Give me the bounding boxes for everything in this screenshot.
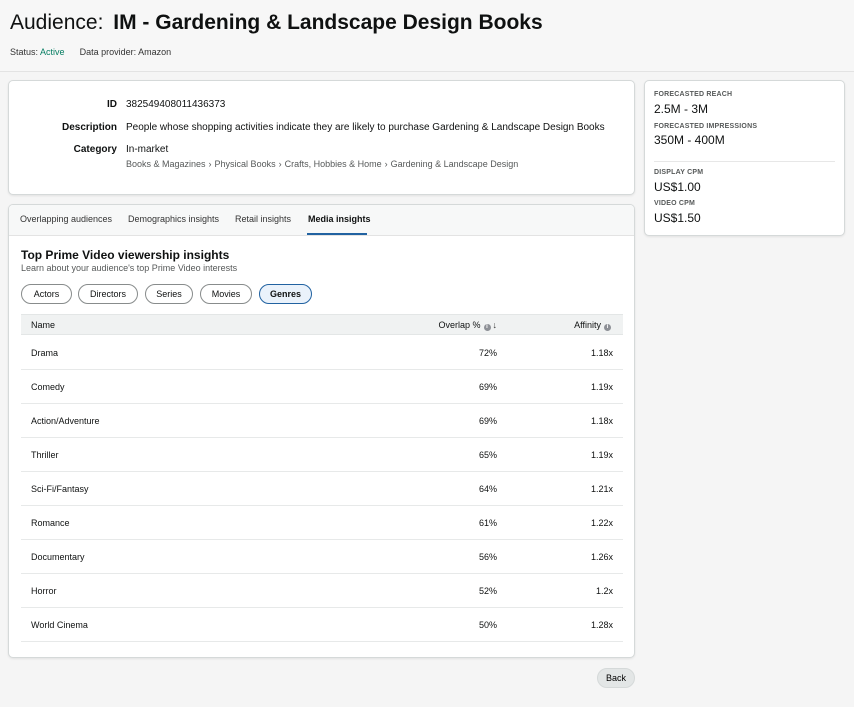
display-cpm-label: DISPLAY CPM [654,169,704,176]
id-label: ID [107,99,117,110]
table-row: Drama 72% 1.18x [21,336,623,370]
genre-name: Thriller [31,450,59,460]
sort-down-arrow-icon[interactable]: ↓ [493,320,498,330]
table-header: Name Overlap % i ↓ Affinity i [21,314,623,335]
overlap-value: 61% [478,518,497,528]
impressions-value: 350M - 400M [654,133,725,147]
provider-label: Data provider: [79,47,137,57]
table-row: Romance 61% 1.22x [21,506,623,540]
genre-name: Action/Adventure [31,416,100,426]
back-button[interactable]: Back [597,668,635,688]
status-badge: Active [40,47,65,57]
table-row: Comedy 69% 1.19x [21,370,623,404]
breadcrumb-item: Physical Books [214,159,276,169]
tab-bar: Overlapping audiences Demographics insig… [9,205,634,236]
status-label: Status: [10,47,39,57]
info-icon[interactable]: i [604,324,611,331]
filter-movies[interactable]: Movies [200,284,252,304]
id-value: 382549408011436373 [126,99,226,110]
title-prefix: Audience: [10,11,104,34]
genre-name: World Cinema [31,620,88,630]
affinity-value: 1.28x [590,620,613,630]
section-title: Top Prime Video viewership insights [21,248,230,262]
column-header-overlap[interactable]: Overlap % i ↓ [438,320,497,331]
overlap-value: 65% [478,450,497,460]
column-header-affinity[interactable]: Affinity i [574,320,611,331]
tab-overlapping-audiences[interactable]: Overlapping audiences [20,214,112,224]
tab-media-insights[interactable]: Media insights [308,214,371,224]
video-cpm-label: VIDEO CPM [654,200,696,207]
forecast-card: FORECASTED REACH 2.5M - 3M FORECASTED IM… [644,80,845,236]
section-subtitle: Learn about your audience's top Prime Vi… [21,263,238,273]
affinity-value: 1.2x [595,586,613,596]
category-breadcrumb: Books & Magazines › Physical Books › Crafts,… [126,159,518,169]
overlap-value: 64% [478,484,497,494]
page-title: Audience: IM - Gardening & Landscape Des… [10,10,543,36]
breadcrumb-item: Gardening & Landscape Design [390,159,519,169]
description-label: Description [61,122,117,133]
overlap-header-label: Overlap % [438,320,481,330]
reach-value: 2.5M - 3M [654,102,709,116]
affinity-value: 1.22x [590,518,613,528]
category-value: In-market [126,144,169,155]
audience-details-card: ID 382549408011436373 Description People… [8,80,635,195]
table-row: Horror 52% 1.2x [21,574,623,608]
affinity-value: 1.18x [590,348,613,358]
overlap-value: 69% [478,382,497,392]
overlap-value: 69% [478,416,497,426]
breadcrumb-item: Crafts, Hobbies & Home [284,159,382,169]
divider [654,161,835,162]
filter-genres[interactable]: Genres [259,284,312,304]
filter-actors[interactable]: Actors [21,284,72,304]
info-icon[interactable]: i [483,324,491,331]
video-cpm-value: US$1.50 [654,211,701,225]
genre-name: Documentary [31,552,85,562]
provider-value: Amazon [138,47,172,57]
affinity-value: 1.21x [590,484,613,494]
genre-name: Horror [31,586,57,596]
affinity-value: 1.19x [590,450,613,460]
tab-retail-insights[interactable]: Retail insights [235,214,291,224]
display-cpm-value: US$1.00 [654,180,701,194]
breadcrumb-separator: › [384,159,388,169]
affinity-value: 1.26x [590,552,613,562]
affinity-value: 1.19x [590,382,613,392]
insights-card: Overlapping audiences Demographics insig… [8,204,635,658]
genre-name: Drama [31,348,59,358]
status-line: Status: Active Data provider: Amazon [10,47,171,57]
description-value: People whose shopping activities indicat… [126,122,605,133]
genre-name: Sci-Fi/Fantasy [31,484,89,494]
genre-name: Romance [31,518,70,528]
table-body: Drama 72% 1.18x Comedy 69% 1.19x Action/Advent… [21,336,623,642]
breadcrumb-separator: › [208,159,212,169]
filter-directors[interactable]: Directors [78,284,138,304]
overlap-value: 52% [478,586,497,596]
table-row: Documentary 56% 1.26x [21,540,623,574]
category-label: Category [73,144,117,155]
genre-name: Comedy [31,382,65,392]
filter-series[interactable]: Series [145,284,193,304]
overlap-value: 72% [478,348,497,358]
table-row: World Cinema 50% 1.28x [21,608,623,642]
overlap-value: 56% [478,552,497,562]
tab-demographics-insights[interactable]: Demographics insights [128,214,219,224]
affinity-header-label: Affinity [574,320,601,330]
overlap-value: 50% [478,620,497,630]
table-row: Action/Adventure 69% 1.18x [21,404,623,438]
breadcrumb-item: Books & Magazines [126,159,206,169]
audience-name: IM - Gardening & Landscape Design Books [113,11,543,34]
table-row: Thriller 65% 1.19x [21,438,623,472]
impressions-label: FORECASTED IMPRESSIONS [654,123,758,130]
breadcrumb-separator: › [278,159,282,169]
active-tab-indicator [307,233,367,235]
reach-label: FORECASTED REACH [654,91,733,98]
column-header-name[interactable]: Name [31,320,55,330]
affinity-value: 1.18x [590,416,613,426]
table-row: Sci-Fi/Fantasy 64% 1.21x [21,472,623,506]
page-header: Audience: IM - Gardening & Landscape Des… [0,0,854,72]
